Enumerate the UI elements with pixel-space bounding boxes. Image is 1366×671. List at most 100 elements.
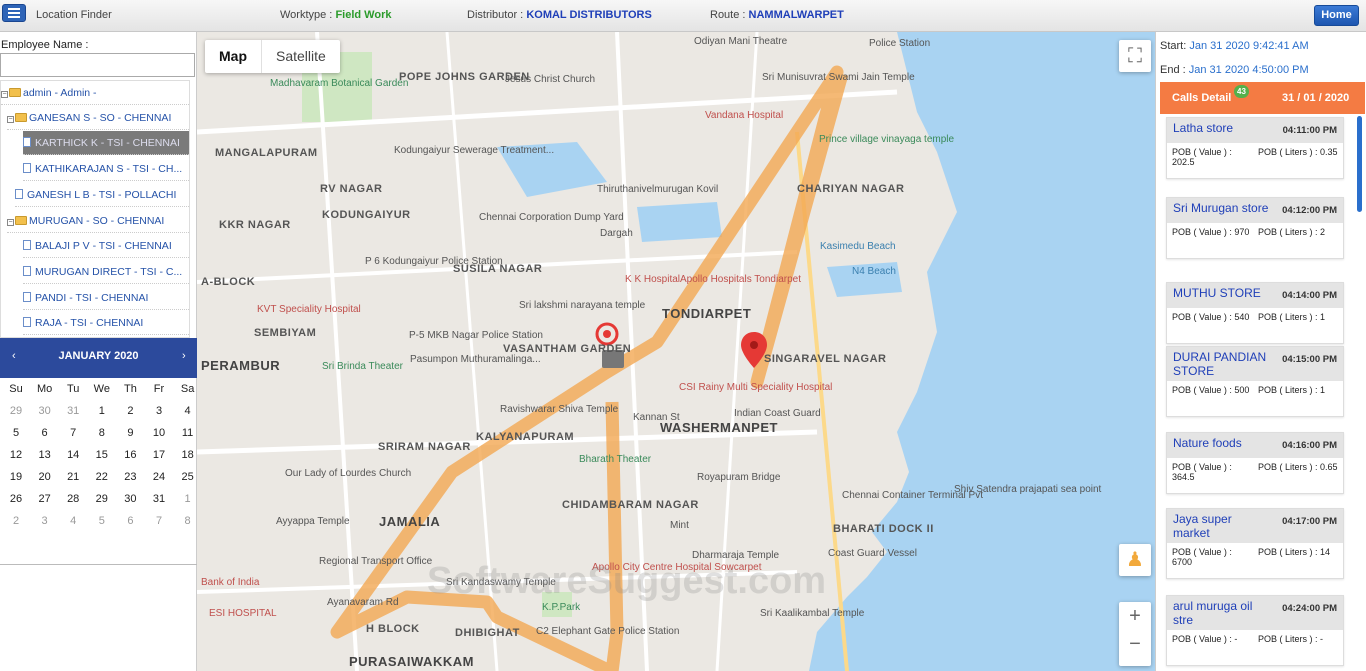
calendar-day[interactable]: 24 xyxy=(145,466,173,488)
calendar-title: JANUARY 2020 xyxy=(58,350,139,362)
map-type-satellite-button[interactable]: Satellite xyxy=(262,40,340,73)
hamburger-menu-icon[interactable] xyxy=(2,4,26,22)
tree-item[interactable]: KATHIKARAJAN S - TSI - CH... xyxy=(23,157,189,181)
collapse-icon[interactable]: − xyxy=(7,116,14,123)
collapse-icon[interactable]: − xyxy=(7,219,14,226)
calendar-day[interactable]: 30 xyxy=(116,488,144,510)
store-name[interactable]: Jaya super market xyxy=(1173,512,1269,540)
call-card[interactable]: MUTHU STORE 04:14:00 PM POB ( Value ) : 54… xyxy=(1166,282,1344,344)
map-place-label: Dargah xyxy=(600,228,633,239)
calendar-day[interactable]: 29 xyxy=(2,400,30,422)
map-place-label: Thiruthanivelmurugan Kovil xyxy=(597,184,719,195)
collapse-icon[interactable]: − xyxy=(1,91,8,98)
call-card-header: Nature foods 04:16:00 PM xyxy=(1167,433,1343,458)
calendar-day[interactable]: 31 xyxy=(145,488,173,510)
calendar-day[interactable]: 15 xyxy=(88,444,116,466)
employee-name-input[interactable] xyxy=(0,53,195,77)
calendar-day[interactable]: 9 xyxy=(116,422,144,444)
store-name[interactable]: Sri Murugan store xyxy=(1173,201,1269,215)
map-place-label: KKR NAGAR xyxy=(219,219,291,231)
calendar-day[interactable]: 13 xyxy=(31,444,59,466)
calendar-day[interactable]: 23 xyxy=(116,466,144,488)
calendar-day[interactable]: 28 xyxy=(59,488,87,510)
tree-item[interactable]: − GANESAN S - SO - CHENNAI xyxy=(7,106,189,130)
call-card[interactable]: Jaya super market 04:17:00 PM POB ( Value … xyxy=(1166,508,1344,579)
tree-item[interactable]: GANESH L B - TSI - POLLACHI xyxy=(15,183,189,207)
weekday-label: Su xyxy=(9,383,23,395)
map-place-label: Sri Kaalikambal Temple xyxy=(760,608,865,619)
call-card[interactable]: Latha store 04:11:00 PM POB ( Value ) : 20… xyxy=(1166,117,1344,179)
calls-detail-header: Calls Detail 43 31 / 01 / 2020 xyxy=(1160,82,1365,114)
tree-item[interactable]: − MURUGAN - SO - CHENNAI xyxy=(7,209,189,233)
calendar-day[interactable]: 2 xyxy=(116,400,144,422)
tree-item[interactable]: PANDI - TSI - CHENNAI xyxy=(23,286,189,310)
folder-icon xyxy=(15,113,27,122)
calendar-day[interactable]: 27 xyxy=(31,488,59,510)
call-time: 04:15:00 PM xyxy=(1282,354,1337,365)
store-name[interactable]: MUTHU STORE xyxy=(1173,286,1269,300)
pob-liters: POB ( Liters ) : 1 xyxy=(1258,312,1326,322)
map-place-label: Vandana Hospital xyxy=(705,110,784,121)
store-name[interactable]: DURAI PANDIAN STORE xyxy=(1173,350,1269,378)
calendar-day[interactable]: 1 xyxy=(88,400,116,422)
map-type-map-button[interactable]: Map xyxy=(205,40,262,73)
calendar-day[interactable]: 21 xyxy=(59,466,87,488)
call-card-header: Latha store 04:11:00 PM xyxy=(1167,118,1343,143)
map-place-label: Jesus Christ Church xyxy=(505,74,596,85)
calendar-day[interactable]: 7 xyxy=(59,422,87,444)
calendar-day[interactable]: 3 xyxy=(145,400,173,422)
map-view[interactable]: Map Satellite ⛶ ♟ + − Odiyan Mani Theatr… xyxy=(197,32,1155,671)
calendar-day[interactable]: 7 xyxy=(145,510,173,532)
tree-item[interactable]: RAJA - TSI - CHENNAI xyxy=(23,311,189,335)
call-card[interactable]: DURAI PANDIAN STORE 04:15:00 PM POB ( Valu… xyxy=(1166,346,1344,417)
map-place-label: SRIRAM NAGAR xyxy=(378,441,471,453)
calendar-day[interactable]: 30 xyxy=(31,400,59,422)
calls-list[interactable]: Latha store 04:11:00 PM POB ( Value ) : 20… xyxy=(1160,114,1365,671)
map-place-label: Apollo Hospitals Tondiarpet xyxy=(680,274,802,285)
calendar-day[interactable]: 2 xyxy=(2,510,30,532)
calendar-day[interactable]: 17 xyxy=(145,444,173,466)
calendar-day[interactable]: 6 xyxy=(116,510,144,532)
call-card[interactable]: arul muruga oil stre 04:24:00 PM POB ( Val… xyxy=(1166,595,1344,666)
start-row: Start: Jan 31 2020 9:42:41 AM xyxy=(1160,40,1309,52)
calendar-day[interactable]: 5 xyxy=(2,422,30,444)
fullscreen-icon[interactable]: ⛶ xyxy=(1119,40,1151,72)
calendar-day[interactable]: 12 xyxy=(2,444,30,466)
calls-scrollbar[interactable] xyxy=(1357,116,1362,212)
calendar-day[interactable]: 26 xyxy=(2,488,30,510)
store-name[interactable]: Nature foods xyxy=(1173,436,1269,450)
tree-item[interactable]: MURUGAN DIRECT - TSI - C... xyxy=(23,260,189,284)
calendar-next-icon[interactable]: › xyxy=(182,350,186,362)
store-name[interactable]: arul muruga oil stre xyxy=(1173,599,1269,627)
calendar-day[interactable]: 5 xyxy=(88,510,116,532)
tree-item[interactable]: − admin - Admin - xyxy=(1,81,189,105)
weekday-label: Fr xyxy=(153,383,165,395)
home-button[interactable]: Home xyxy=(1314,5,1359,26)
calendar-day[interactable]: 14 xyxy=(59,444,87,466)
calendar-day[interactable]: 20 xyxy=(31,466,59,488)
calendar-day[interactable]: 10 xyxy=(145,422,173,444)
street-view-pegman-icon[interactable]: ♟ xyxy=(1119,544,1151,576)
calendar-day[interactable]: 8 xyxy=(88,422,116,444)
calendar-day[interactable]: 29 xyxy=(88,488,116,510)
call-card[interactable]: Nature foods 04:16:00 PM POB ( Value ) : 3… xyxy=(1166,432,1344,494)
store-name[interactable]: Latha store xyxy=(1173,121,1269,135)
pob-liters: POB ( Liters ) : 2 xyxy=(1258,227,1326,237)
map-place-label: C2 Elephant Gate Police Station xyxy=(536,626,680,637)
tree-item[interactable]: BALAJI P V - TSI - CHENNAI xyxy=(23,234,189,258)
zoom-in-button[interactable]: + xyxy=(1119,602,1151,630)
sidebar: Employee Name : − admin - Admin - − GANESA… xyxy=(0,32,197,671)
document-icon xyxy=(23,163,31,173)
calendar-day[interactable]: 4 xyxy=(59,510,87,532)
calendar-day[interactable]: 16 xyxy=(116,444,144,466)
map-place-label: SUSILA NAGAR xyxy=(453,263,543,275)
calendar-day[interactable]: 6 xyxy=(31,422,59,444)
zoom-out-button[interactable]: − xyxy=(1119,630,1151,658)
calendar-day[interactable]: 3 xyxy=(31,510,59,532)
calendar-day[interactable]: 19 xyxy=(2,466,30,488)
calendar-day[interactable]: 31 xyxy=(59,400,87,422)
calendar-day[interactable]: 22 xyxy=(88,466,116,488)
call-card[interactable]: Sri Murugan store 04:12:00 PM POB ( Value … xyxy=(1166,197,1344,259)
tree-item-selected[interactable]: KARTHICK K - TSI - CHENNAI xyxy=(23,131,189,155)
call-card-body: POB ( Value ) : - POB ( Liters ) : - xyxy=(1167,630,1343,665)
